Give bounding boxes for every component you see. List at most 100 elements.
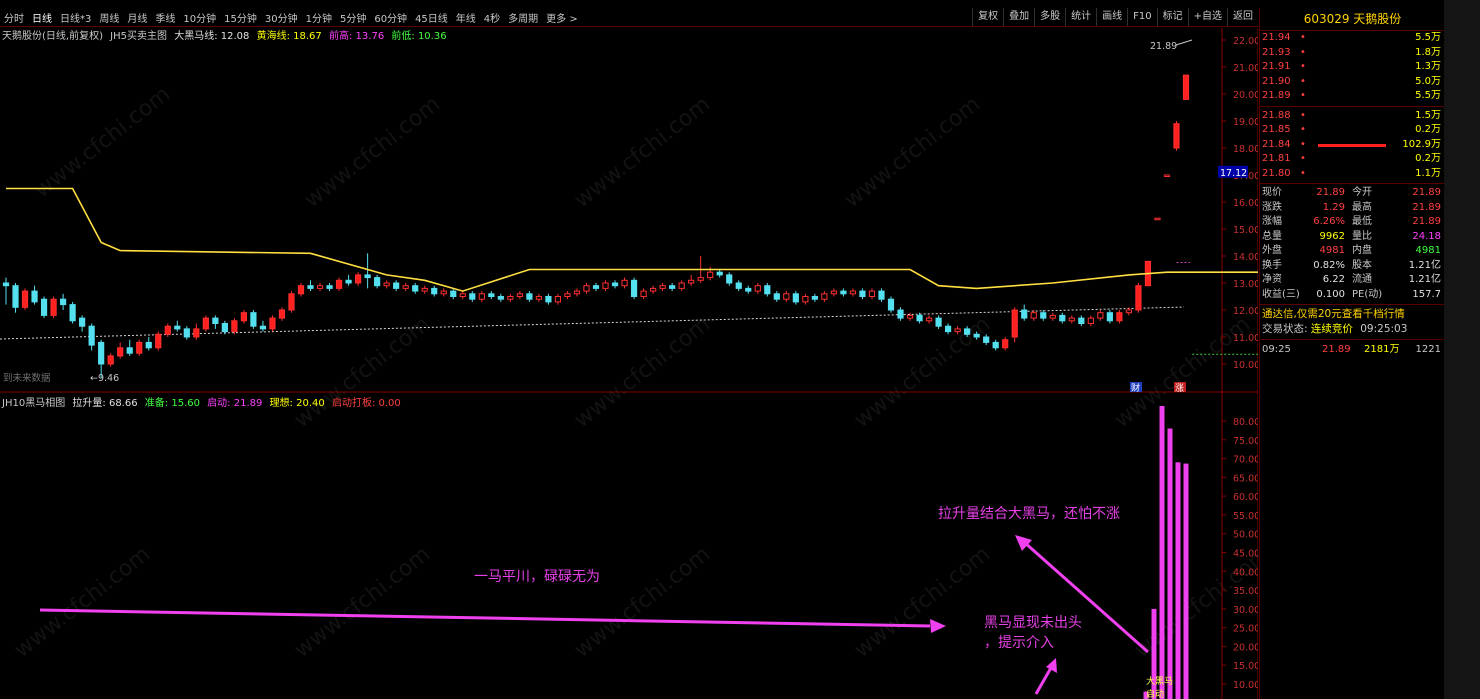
candle-body [364,274,371,279]
candle-body [288,293,295,311]
y-tick-label: 12.00 [1233,306,1258,317]
stat-value: 1.29 [1322,201,1345,213]
candle-body [1182,74,1190,100]
order-dot: • [1300,153,1306,164]
order-volume: 5.0万 [1415,75,1441,87]
candle-body [1049,314,1056,319]
candle-body [31,290,38,303]
bid-row: 21.88 • 1.5万 [1260,109,1445,124]
stat-label: 最高 [1352,201,1372,213]
sub-y-tick-label: 20.00 [1233,642,1258,653]
candle-body [1087,317,1094,325]
candle-body [859,290,866,298]
lsl-bar [1183,463,1189,699]
kline-chart[interactable]: 22.0021.0020.0019.0018.0017.0016.0015.00… [0,0,1258,699]
stats-table: 现价 21.89 今开 21.89 涨跌 1.29 最高 21.89 涨幅 6.26% 最低 21.8… [1260,186,1445,302]
stat-value: 21.89 [1412,201,1441,213]
candle-body [840,290,847,295]
candle-body [507,296,514,300]
candle-body [754,285,761,292]
candle-body [307,285,314,289]
stat-label: 股本 [1352,259,1372,271]
candle-body [374,277,381,287]
order-volume: 5.5万 [1415,90,1441,101]
candle-body [497,296,504,300]
ask-row: 21.94 • 5.5万 [1260,31,1445,46]
high-arrow [1175,39,1193,46]
marker-zhang: 涨 [1175,383,1184,394]
order-volume: 0.2万 [1415,153,1441,164]
stat-value: 21.89 [1412,187,1441,198]
candle-body [107,355,114,365]
stat-label: 总量 [1262,230,1282,242]
candle-body [174,325,181,330]
candle-body [1040,312,1047,319]
candle-body [202,317,209,330]
stat-value: 4981 [1415,245,1441,256]
candle-body [545,296,552,303]
order-price: 21.89 [1262,90,1291,101]
candle-body [231,320,238,333]
candle-body [726,274,733,284]
stat-label: 现价 [1262,187,1282,198]
arrow-head [930,619,946,633]
candle-body [50,298,57,316]
bar-label-dahei: 大黑马 [1146,675,1173,687]
candle-body [669,285,676,289]
bid-row: 21.84 • 102.9万 [1260,138,1445,153]
candle-body [868,290,876,298]
promo-banner[interactable]: 通达信,仅需20元查看千档行情 [1260,307,1445,322]
state-label: 交易状态: [1262,323,1308,335]
candle-body [421,287,428,292]
bid-book: 21.88 • 1.5万 21.85 • 0.2万 21.84 • 102.9万 21.81 • 0.… [1260,109,1445,182]
stat-label: 换手 [1262,259,1282,271]
candle-body [21,290,29,308]
stat-row: 换手 0.82% 股本 1.21亿 [1260,259,1445,274]
stat-value: 9962 [1319,230,1345,242]
order-dot: • [1300,138,1306,150]
candle-body [193,328,200,338]
candle-body [564,293,571,297]
stat-value: 21.89 [1316,187,1345,198]
candle-body [697,277,704,281]
order-volume: 1.8万 [1415,46,1441,58]
order-volume: 1.1万 [1415,167,1441,179]
bid-row: 21.80 • 1.1万 [1260,167,1445,182]
candle-body [488,293,495,297]
stat-value: 24.18 [1412,230,1441,242]
sub-y-tick-label: 30.00 [1233,605,1258,616]
candle-body [716,271,723,276]
candle-body [250,312,257,327]
candle-body [592,285,600,289]
candle-body [554,296,562,303]
stat-label: PE(动) [1352,288,1383,300]
candle-body [117,347,124,357]
sub-y-tick-label: 35.00 [1233,586,1258,597]
ask-book: 21.94 • 5.5万 21.93 • 1.8万 21.91 • 1.3万 21.90 • 5.0万… [1260,31,1445,104]
candle-body [354,274,362,284]
candle-body [469,293,476,300]
candle-body [440,290,447,295]
ask-row: 21.93 • 1.8万 [1260,46,1445,61]
candle-body [88,325,95,346]
order-dot: • [1300,32,1306,43]
candle-body [98,341,105,365]
stat-value: 1.21亿 [1408,259,1441,271]
low-label: ←9.46 [90,373,119,384]
outer-margin [1444,0,1480,699]
candle-body [1173,123,1180,149]
order-volume: 1.5万 [1415,109,1441,121]
candle-body [136,341,143,354]
bar-label-qidong: 启动 [1146,688,1164,699]
y-tick-label: 20.00 [1233,90,1258,101]
candle-body [345,279,352,284]
candle-body [1116,312,1123,322]
candle-body [688,279,695,284]
candle-body [259,325,267,330]
candle-body [783,293,790,300]
candle-body [1106,312,1113,322]
candle-body [126,347,133,354]
stat-label: 收益(三) [1262,288,1300,300]
sub-y-tick-label: 15.00 [1233,661,1258,672]
candle-body [221,323,228,333]
